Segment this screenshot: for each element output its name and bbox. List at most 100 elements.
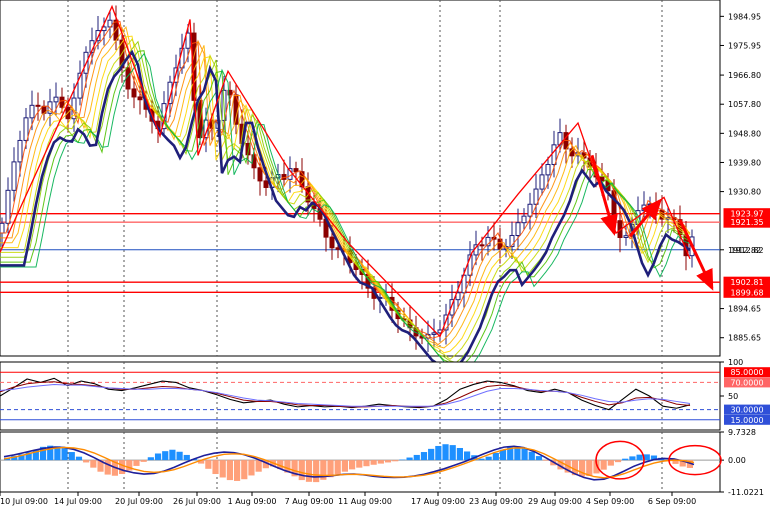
rsi-tick-label-0: 100 xyxy=(728,358,743,367)
macd-histogram-bar-57 xyxy=(413,454,420,461)
x-axis-label-7: 17 Aug 09:00 xyxy=(411,497,465,506)
macd-histogram-bar-48 xyxy=(349,460,356,470)
candle-body-88 xyxy=(527,203,533,217)
macd-histogram-bar-35 xyxy=(255,460,262,472)
x-axis-label-9: 29 Aug 09:00 xyxy=(528,497,582,506)
candle-body-80 xyxy=(479,244,485,247)
x-axis-label-3: 26 Jul 09:00 xyxy=(173,497,221,506)
main-price-badge-label-1: 1921.35 xyxy=(730,218,763,227)
macd-histogram-bar-61 xyxy=(442,444,449,461)
macd-histogram-bar-72 xyxy=(521,448,528,461)
macd-histogram-bar-22 xyxy=(162,451,169,461)
candle-body-108 xyxy=(647,203,653,206)
x-axis-label-4: 1 Aug 09:00 xyxy=(228,497,277,506)
main-y-tick-label-6: 1930.80 xyxy=(728,188,761,197)
macd-histogram-bar-14 xyxy=(104,460,111,475)
main-price-badge-label-4: 1899.68 xyxy=(730,288,763,297)
macd-histogram-bar-63 xyxy=(456,447,463,461)
macd-histogram-bar-59 xyxy=(428,448,435,461)
macd-histogram-bar-34 xyxy=(248,460,255,476)
macd-histogram-bar-62 xyxy=(449,445,456,461)
macd-histogram-bar-60 xyxy=(435,445,442,461)
x-axis-label-11: 6 Sep 09:00 xyxy=(648,497,696,506)
macd-histogram-bar-86 xyxy=(622,458,629,461)
macd-histogram-bar-43 xyxy=(313,460,320,483)
candle-body-104 xyxy=(623,235,629,239)
main-y-tick-label-0: 1984.95 xyxy=(728,12,761,21)
trading-chart: 1923.971921.351912.821902.811899.681984.… xyxy=(0,0,770,510)
macd-histogram-bar-12 xyxy=(90,460,97,468)
macd-histogram-bar-56 xyxy=(406,457,413,461)
candle-body-43 xyxy=(257,167,263,182)
macd-histogram-bar-46 xyxy=(334,460,341,475)
macd-histogram-bar-49 xyxy=(356,460,363,468)
macd-histogram-bar-33 xyxy=(241,460,248,480)
candle-body-3 xyxy=(17,139,23,163)
x-axis-label-0: 10 Jul 09:00 xyxy=(0,497,48,506)
macd-histogram-bar-24 xyxy=(176,451,183,461)
candle-body-9 xyxy=(53,96,59,103)
macd-histogram-bar-29 xyxy=(212,460,219,475)
candle-body-21 xyxy=(125,67,131,90)
macd-histogram-bar-25 xyxy=(183,454,190,461)
main-y-tick-label-9: 1885.65 xyxy=(728,334,761,343)
macd-histogram-bar-58 xyxy=(420,452,428,461)
candle-body-6 xyxy=(35,104,41,107)
macd-histogram-bar-88 xyxy=(636,454,643,461)
macd-histogram-bar-51 xyxy=(370,460,377,465)
macd-histogram-bar-21 xyxy=(154,453,162,461)
macd-histogram-bar-64 xyxy=(464,451,471,461)
candle-body-23 xyxy=(137,96,143,101)
macd-histogram-bar-23 xyxy=(169,449,176,461)
macd-tick-label-2: -11.0221 xyxy=(728,488,764,497)
main-price-badge-label-3: 1902.81 xyxy=(730,278,763,287)
rsi-panel: 85.000070.0000 30.000015.0000 100 50 xyxy=(0,358,770,431)
x-axis-label-10: 4 Sep 09:00 xyxy=(586,497,634,506)
main-y-tick-label-8: 1894.65 xyxy=(728,305,761,314)
candle-body-1 xyxy=(5,189,11,224)
macd-histogram-bar-54 xyxy=(392,460,399,462)
macd-histogram-bar-50 xyxy=(363,460,370,467)
candle-body-49 xyxy=(293,168,299,173)
macd-histogram-bar-42 xyxy=(305,460,313,482)
macd-histogram-bar-81 xyxy=(586,460,593,477)
main-y-tick-label-5: 1939.80 xyxy=(728,158,761,167)
macd-histogram-bar-10 xyxy=(75,456,83,461)
main-price-panel: 1923.971921.351912.821902.811899.681984.… xyxy=(0,0,770,375)
rsi-level-label-2: 30.0000 xyxy=(730,406,763,415)
macd-histogram-bar-11 xyxy=(83,460,90,463)
macd-histogram-bar-47 xyxy=(341,460,348,472)
candle-body-31 xyxy=(185,32,191,49)
candle-body-10 xyxy=(59,96,65,108)
candle-body-90 xyxy=(539,174,545,190)
candle-body-55 xyxy=(329,236,335,249)
main-y-tick-label-7: 1912.82 xyxy=(728,246,761,255)
macd-histogram-bar-19 xyxy=(140,460,147,462)
candle-body-87 xyxy=(521,215,527,224)
candle-body-2 xyxy=(11,161,17,191)
main-y-tick-label-1: 1975.95 xyxy=(728,41,761,50)
candle-body-0 xyxy=(0,222,5,234)
macd-histogram-bar-41 xyxy=(298,460,305,481)
main-frame xyxy=(0,0,721,357)
macd-histogram-bar-74 xyxy=(535,456,543,461)
candle-body-4 xyxy=(23,117,29,141)
x-axis-label-8: 23 Aug 09:00 xyxy=(469,497,523,506)
main-y-tick-label-4: 1948.80 xyxy=(728,129,761,138)
macd-tick-label-1: 0.00 xyxy=(728,456,746,465)
macd-histogram-bar-31 xyxy=(226,460,233,481)
rsi-tick-label-1: 50 xyxy=(728,392,738,401)
macd-histogram-bar-84 xyxy=(607,460,614,466)
macd-panel: 9.7328 0.00 -11.0221 xyxy=(0,428,764,497)
macd-histogram-bar-73 xyxy=(528,451,535,461)
candle-body-44 xyxy=(263,180,269,188)
rsi-level-label-0: 85.0000 xyxy=(730,368,763,377)
macd-histogram-bar-66 xyxy=(478,458,485,461)
candle-body-5 xyxy=(29,104,35,119)
main-y-tick-label-3: 1057.80 xyxy=(728,100,761,109)
macd-histogram-bar-20 xyxy=(147,457,154,461)
macd-histogram-bar-32 xyxy=(234,460,241,481)
macd-histogram-bar-18 xyxy=(133,460,140,466)
macd-histogram-bar-68 xyxy=(492,452,499,461)
macd-histogram-bar-30 xyxy=(219,460,226,478)
